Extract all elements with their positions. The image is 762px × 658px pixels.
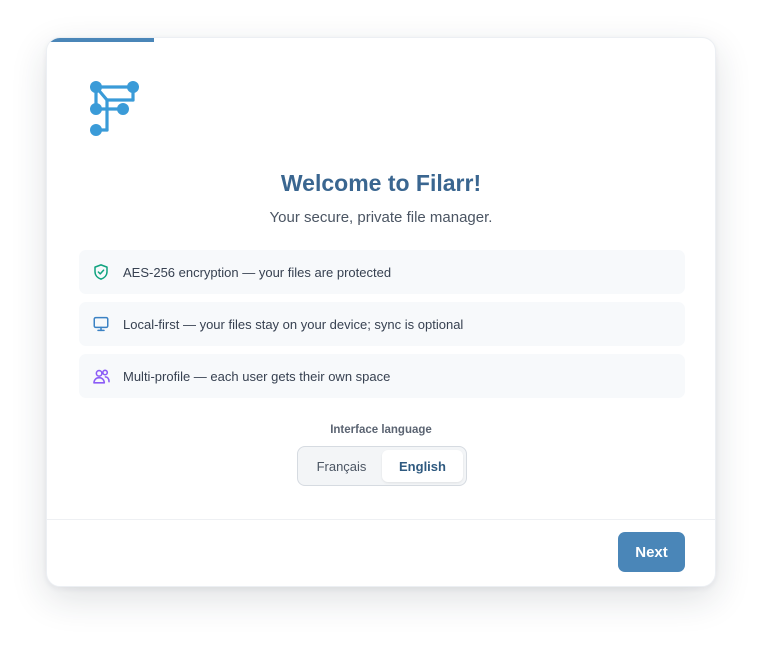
next-button[interactable]: Next <box>618 532 685 572</box>
feature-text: Multi-profile — each user gets their own… <box>123 368 391 384</box>
filarr-logo-icon <box>87 78 143 140</box>
feature-item-multi-profile: Multi-profile — each user gets their own… <box>79 354 685 398</box>
monitor-icon <box>91 314 111 334</box>
feature-text: AES-256 encryption — your files are prot… <box>123 264 392 280</box>
language-option-french[interactable]: Français <box>301 450 382 482</box>
progress-bar <box>47 38 715 42</box>
language-label: Interface language <box>330 424 432 436</box>
page-subtitle: Your secure, private file manager. <box>269 209 493 226</box>
feature-list: AES-256 encryption — your files are prot… <box>79 250 685 406</box>
progress-fill <box>47 38 154 42</box>
language-toggle: Français English <box>297 446 467 486</box>
feature-item-encryption: AES-256 encryption — your files are prot… <box>79 250 685 294</box>
onboarding-card: Welcome to Filarr! Your secure, private … <box>46 37 716 587</box>
feature-text: Local-first — your files stay on your de… <box>123 316 464 332</box>
footer-divider <box>47 519 715 520</box>
users-icon <box>91 366 111 386</box>
language-option-english[interactable]: English <box>382 450 463 482</box>
shield-check-icon <box>91 262 111 282</box>
feature-item-local-first: Local-first — your files stay on your de… <box>79 302 685 346</box>
page-title: Welcome to Filarr! <box>280 170 482 196</box>
